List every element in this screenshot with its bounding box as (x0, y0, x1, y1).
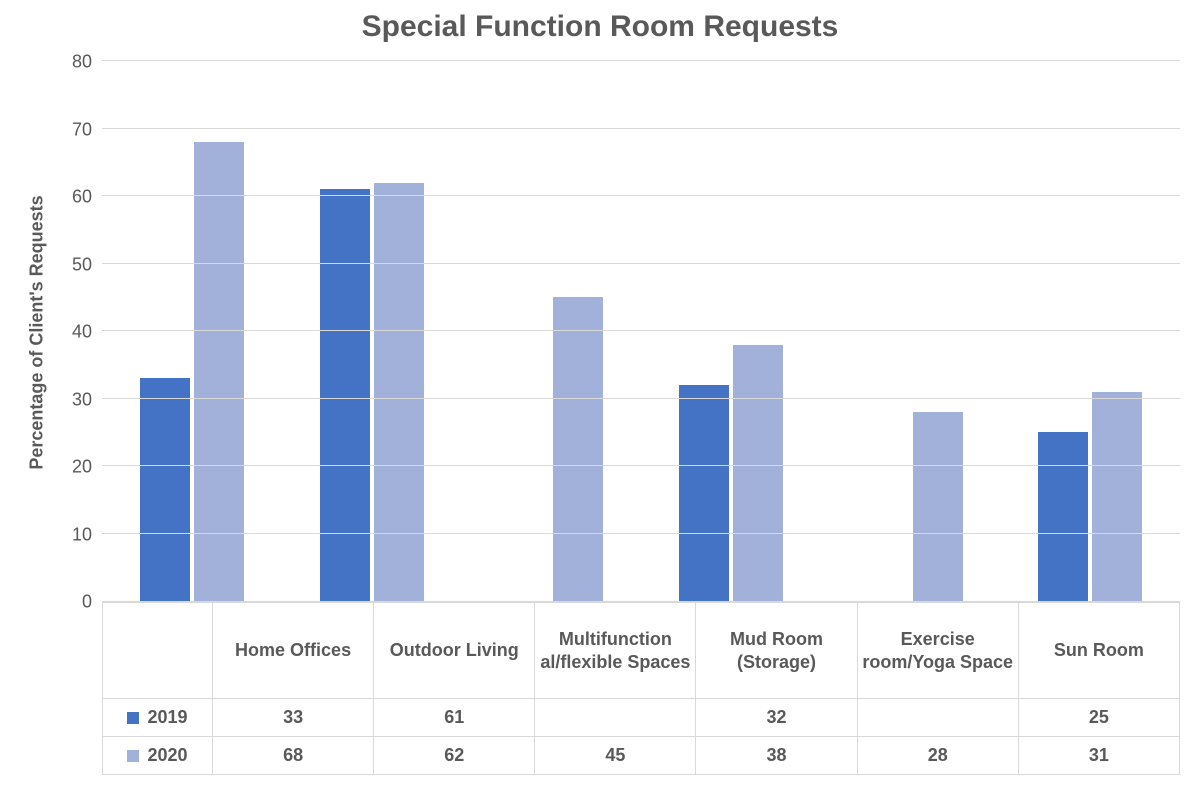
plot-row: Percentage of Client's Requests 01020304… (20, 62, 1180, 602)
y-tick-label: 80 (72, 52, 92, 73)
bar-group (102, 62, 282, 601)
gridline (102, 465, 1180, 466)
category-label: Multifunction al/flexible Spaces (535, 603, 696, 699)
data-cell: 31 (1018, 737, 1179, 775)
bar-group (641, 62, 821, 601)
category-label: Mud Room (Storage) (696, 603, 857, 699)
gridline (102, 533, 1180, 534)
y-axis-label-wrap: Percentage of Client's Requests (20, 62, 54, 602)
bar-2020 (733, 345, 783, 602)
bar-group (282, 62, 462, 601)
legend-swatch-icon (127, 750, 139, 762)
y-tick-label: 40 (72, 322, 92, 343)
y-tick-label: 0 (82, 592, 92, 613)
category-label: Exercise room/Yoga Space (857, 603, 1018, 699)
data-cell: 45 (535, 737, 696, 775)
gridline (102, 128, 1180, 129)
data-cell (857, 699, 1018, 737)
data-cell: 28 (857, 737, 1018, 775)
gridline (102, 263, 1180, 264)
chart-container: Special Function Room Requests Percentag… (20, 10, 1180, 775)
data-cell: 61 (374, 699, 535, 737)
bar-2019 (140, 378, 190, 601)
bar-2019 (1038, 432, 1088, 601)
y-tick-label: 20 (72, 457, 92, 478)
bar-groups (102, 62, 1180, 601)
y-tick-label: 10 (72, 524, 92, 545)
bar-2019 (320, 189, 370, 601)
bar-2020 (1092, 392, 1142, 601)
y-tick-label: 50 (72, 254, 92, 275)
bar-group (821, 62, 1001, 601)
bar-2020 (374, 183, 424, 602)
data-cell: 33 (213, 699, 374, 737)
legend-item: 2020 (103, 737, 213, 775)
category-label: Sun Room (1018, 603, 1179, 699)
category-label: Outdoor Living (374, 603, 535, 699)
data-table: Home OfficesOutdoor LivingMultifunction … (102, 602, 1180, 775)
y-tick-label: 60 (72, 187, 92, 208)
series-row-2019: 2019 3361 32 25 (103, 699, 1180, 737)
series-row-2020: 2020 686245382831 (103, 737, 1180, 775)
bar-2020 (553, 297, 603, 601)
chart-title: Special Function Room Requests (20, 10, 1180, 44)
legend-swatch-icon (127, 712, 139, 724)
category-label: Home Offices (213, 603, 374, 699)
y-tick-label: 70 (72, 119, 92, 140)
gridline (102, 330, 1180, 331)
legend-label: 2019 (147, 707, 187, 727)
bar-2020 (913, 412, 963, 601)
y-axis-ticks: 01020304050607080 (54, 62, 102, 602)
data-cell (535, 699, 696, 737)
category-row-header (103, 603, 213, 699)
data-cell: 62 (374, 737, 535, 775)
data-cell: 38 (696, 737, 857, 775)
category-row: Home OfficesOutdoor LivingMultifunction … (103, 603, 1180, 699)
plot-area (102, 62, 1180, 602)
data-cell: 68 (213, 737, 374, 775)
legend-label: 2020 (147, 745, 187, 765)
legend-item: 2019 (103, 699, 213, 737)
y-tick-label: 30 (72, 389, 92, 410)
bar-group (461, 62, 641, 601)
data-cell: 25 (1018, 699, 1179, 737)
bar-group (1000, 62, 1180, 601)
gridline (102, 195, 1180, 196)
y-axis-label: Percentage of Client's Requests (27, 195, 48, 469)
gridline (102, 60, 1180, 61)
data-cell: 32 (696, 699, 857, 737)
gridline (102, 398, 1180, 399)
bar-2019 (679, 385, 729, 601)
